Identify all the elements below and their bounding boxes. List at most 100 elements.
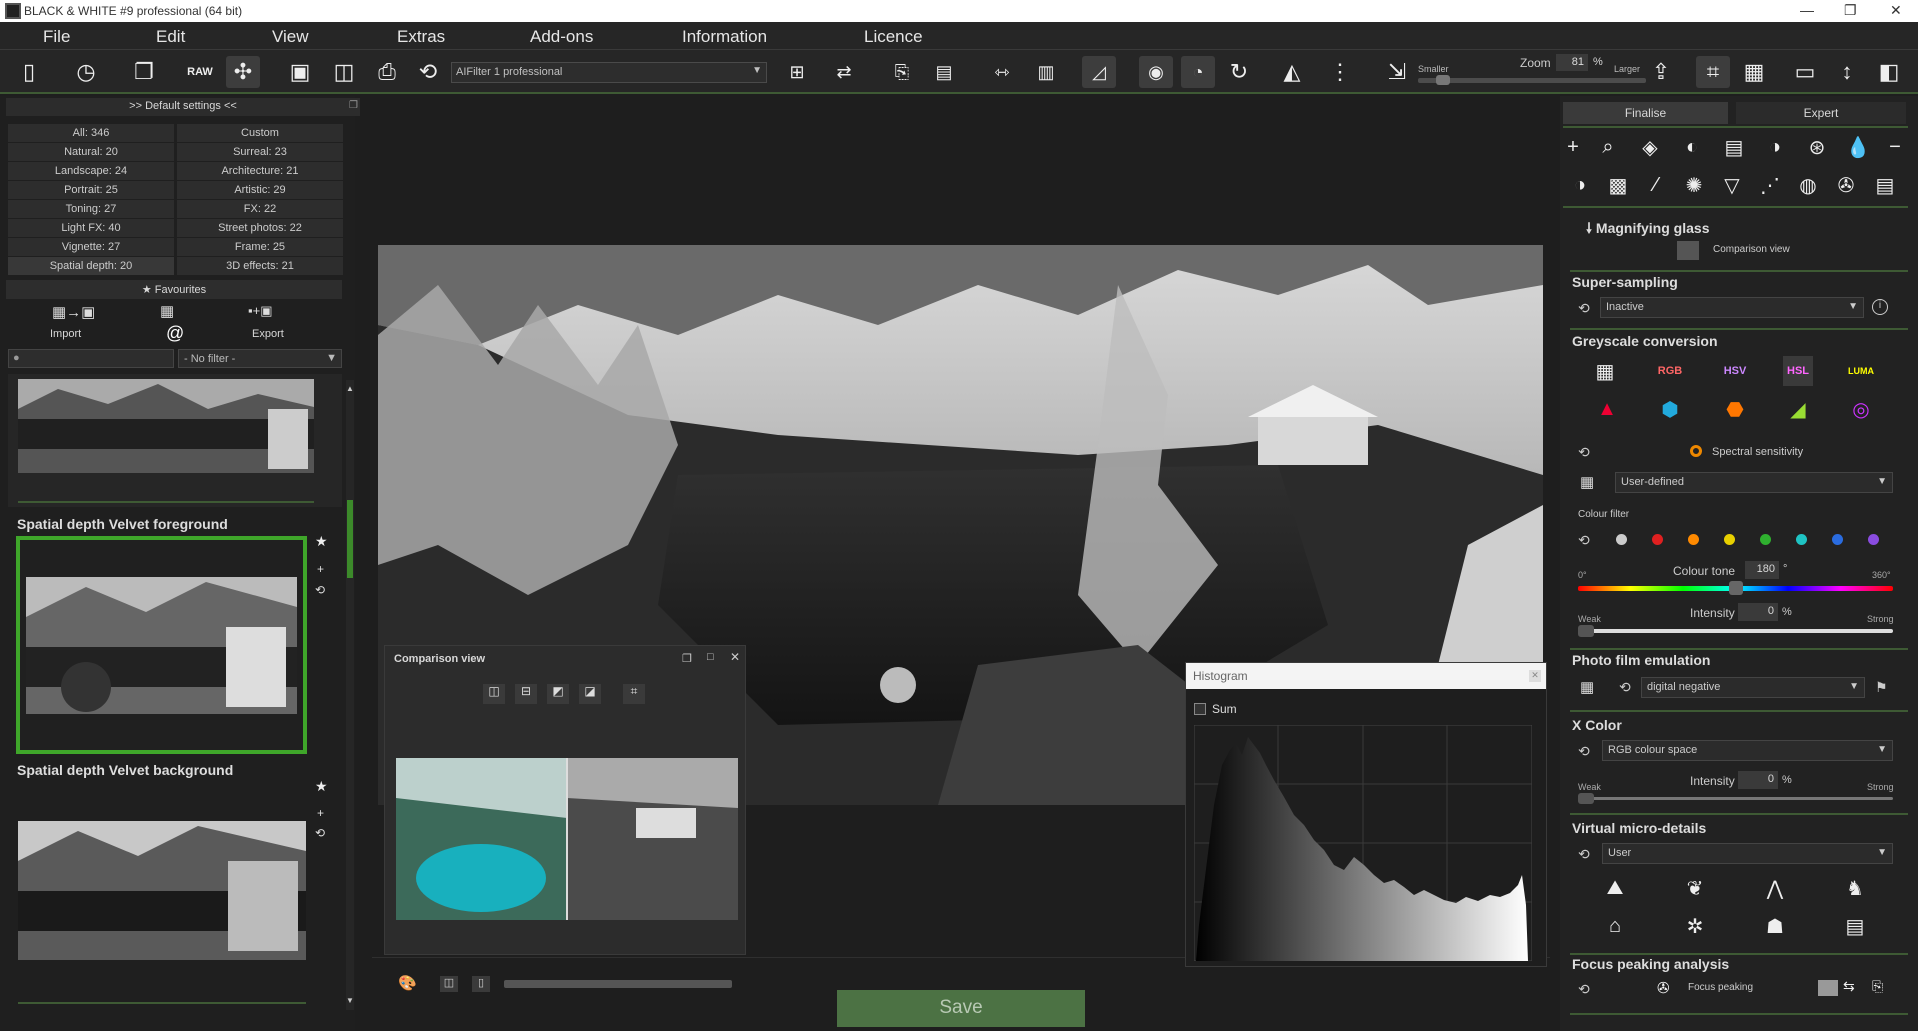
new-file-icon[interactable]: ▯: [12, 56, 46, 88]
timer-icon[interactable]: ◔: [1181, 56, 1215, 88]
colour-filter-swatch[interactable]: [1616, 534, 1627, 545]
favourites-button[interactable]: ★ Favourites: [6, 280, 342, 299]
colour-filter-swatch[interactable]: [1688, 534, 1699, 545]
reset-icon[interactable]: ⟲: [1619, 679, 1631, 696]
scroll-up-icon[interactable]: ▲: [346, 384, 354, 393]
sum-checkbox[interactable]: [1194, 703, 1206, 715]
reset-icon[interactable]: ⟲: [1578, 981, 1590, 998]
hsv-icon[interactable]: HSV: [1720, 356, 1750, 386]
contrast-icon[interactable]: ◐: [1677, 132, 1707, 162]
tab-expert[interactable]: Expert: [1736, 102, 1906, 124]
category-item[interactable]: Vignette: 27: [8, 238, 174, 256]
grid-preset-icon[interactable]: ▦: [1580, 678, 1594, 696]
grid-preset-icon[interactable]: ▦: [1590, 356, 1620, 386]
preset-grid-icon[interactable]: ▦: [160, 302, 174, 320]
search-icon[interactable]: ⌕: [1593, 132, 1623, 162]
panel-detach-icon[interactable]: ❐: [349, 100, 358, 111]
scroll-down-icon[interactable]: ▼: [346, 996, 354, 1005]
category-item[interactable]: Custom: [177, 124, 343, 142]
aperture-icon[interactable]: ⊛: [1802, 132, 1832, 162]
document-icon[interactable]: ▤: [1840, 911, 1870, 941]
crop-icon[interactable]: ⌗: [1696, 56, 1730, 88]
noise-icon[interactable]: ▩: [1603, 170, 1633, 200]
category-item[interactable]: Architecture: 21: [177, 162, 343, 180]
close-icon[interactable]: ✕: [1529, 670, 1541, 682]
drop-icon[interactable]: 💧: [1843, 132, 1873, 162]
grid-view-icon[interactable]: ⌗: [623, 684, 645, 704]
reset-icon[interactable]: ⟲: [1578, 846, 1590, 863]
compare-split-icon[interactable]: ⇿: [985, 56, 1019, 88]
hexagon-icon[interactable]: ⬢: [1655, 394, 1685, 424]
batch-icon[interactable]: ▤: [927, 56, 961, 88]
close-icon[interactable]: ✕: [730, 650, 740, 664]
histogram-icon[interactable]: ◿: [1082, 56, 1116, 88]
prism-colour-icon[interactable]: ◢: [1783, 394, 1813, 424]
mirror-icon[interactable]: ◭: [1275, 56, 1309, 88]
save-button[interactable]: Save: [837, 990, 1085, 1027]
sharpen-icon[interactable]: ◈: [1635, 132, 1665, 162]
layout-icon[interactable]: ⊞: [780, 56, 814, 88]
raw-icon[interactable]: RAW: [183, 56, 217, 88]
colour-filter-swatch[interactable]: [1868, 534, 1879, 545]
preset-search-input[interactable]: ●: [8, 349, 174, 368]
category-item[interactable]: Spatial depth: 20: [8, 257, 174, 275]
reset-icon[interactable]: ⟲: [1578, 532, 1590, 549]
save-icon[interactable]: ▣: [283, 56, 317, 88]
minus-icon[interactable]: −: [1880, 132, 1910, 162]
copy-icon[interactable]: ❐: [127, 56, 161, 88]
spectral-mode-select[interactable]: User-defined ▼: [1615, 472, 1893, 493]
zoom-slider-handle[interactable]: [1436, 75, 1451, 85]
category-item[interactable]: Surreal: 23: [177, 143, 343, 161]
menu-edit[interactable]: Edit: [156, 27, 185, 47]
menu-extras[interactable]: Extras: [397, 27, 445, 47]
split-diagonal-alt-icon[interactable]: ◪: [579, 684, 601, 704]
dots-icon[interactable]: ⋮: [1323, 56, 1357, 88]
film-settings-icon[interactable]: ⚑: [1875, 679, 1888, 696]
menu-addons[interactable]: Add-ons: [530, 27, 593, 47]
colour-hexagon-icon[interactable]: ⬣: [1720, 394, 1750, 424]
transfer-icon[interactable]: ⇄: [827, 56, 861, 88]
preset-filter-select[interactable]: - No filter - ▼: [178, 349, 342, 368]
colour-tone-input[interactable]: 180: [1745, 561, 1779, 579]
menu-licence[interactable]: Licence: [864, 27, 923, 47]
compare-position-slider[interactable]: [504, 980, 732, 988]
preset-scrollbar[interactable]: [346, 380, 354, 1010]
restore-icon[interactable]: ❐: [682, 652, 692, 665]
upload-icon[interactable]: ⇪: [1644, 56, 1678, 88]
tab-finalise[interactable]: Finalise: [1563, 102, 1728, 124]
import-grid-icon[interactable]: ▦→▣: [52, 303, 95, 321]
category-item[interactable]: All: 346: [8, 124, 174, 142]
history-icon[interactable]: ◷: [69, 56, 103, 88]
hsl-icon[interactable]: HSL: [1783, 356, 1813, 386]
import-label[interactable]: Import: [50, 328, 81, 340]
print-icon[interactable]: ⎙: [370, 56, 404, 88]
leaf-icon[interactable]: ❦: [1680, 873, 1710, 903]
export-grid-icon[interactable]: ▪+▣: [248, 303, 272, 319]
colour-filter-swatch[interactable]: [1652, 534, 1663, 545]
horse-icon[interactable]: ♞: [1840, 873, 1870, 903]
zoom-slider[interactable]: [1418, 78, 1646, 83]
lens-icon[interactable]: ◍: [1793, 170, 1823, 200]
film-select[interactable]: digital negative ▼: [1641, 677, 1865, 698]
intensity-input[interactable]: 0: [1738, 603, 1778, 621]
preset-card[interactable]: [8, 374, 342, 507]
menu-information[interactable]: Information: [682, 27, 767, 47]
export-doc-icon[interactable]: ⎘: [885, 56, 919, 88]
default-settings-header[interactable]: >> Default settings <<: [6, 98, 360, 116]
spectrum-icon[interactable]: ✺: [1679, 170, 1709, 200]
rgb-icon[interactable]: RGB: [1655, 356, 1685, 386]
reset-icon[interactable]: ⟲: [315, 826, 325, 840]
reset-icon[interactable]: ⟲: [1578, 743, 1590, 760]
category-item[interactable]: Natural: 20: [8, 143, 174, 161]
panel-icon[interactable]: ▥: [1029, 56, 1063, 88]
house-icon[interactable]: ⌂: [1600, 911, 1630, 941]
reset-icon[interactable]: ⟲: [1578, 300, 1590, 317]
comparison-view-toggle[interactable]: [1677, 241, 1699, 260]
share-icon[interactable]: ⟲: [411, 56, 445, 88]
category-item[interactable]: 3D effects: 21: [177, 257, 343, 275]
film-icon[interactable]: ▤: [1719, 132, 1749, 162]
intensity-slider[interactable]: [1578, 629, 1893, 633]
info-icon[interactable]: i: [1872, 299, 1888, 315]
person-icon[interactable]: ☗: [1760, 911, 1790, 941]
resize-icon[interactable]: ↕: [1830, 56, 1864, 88]
